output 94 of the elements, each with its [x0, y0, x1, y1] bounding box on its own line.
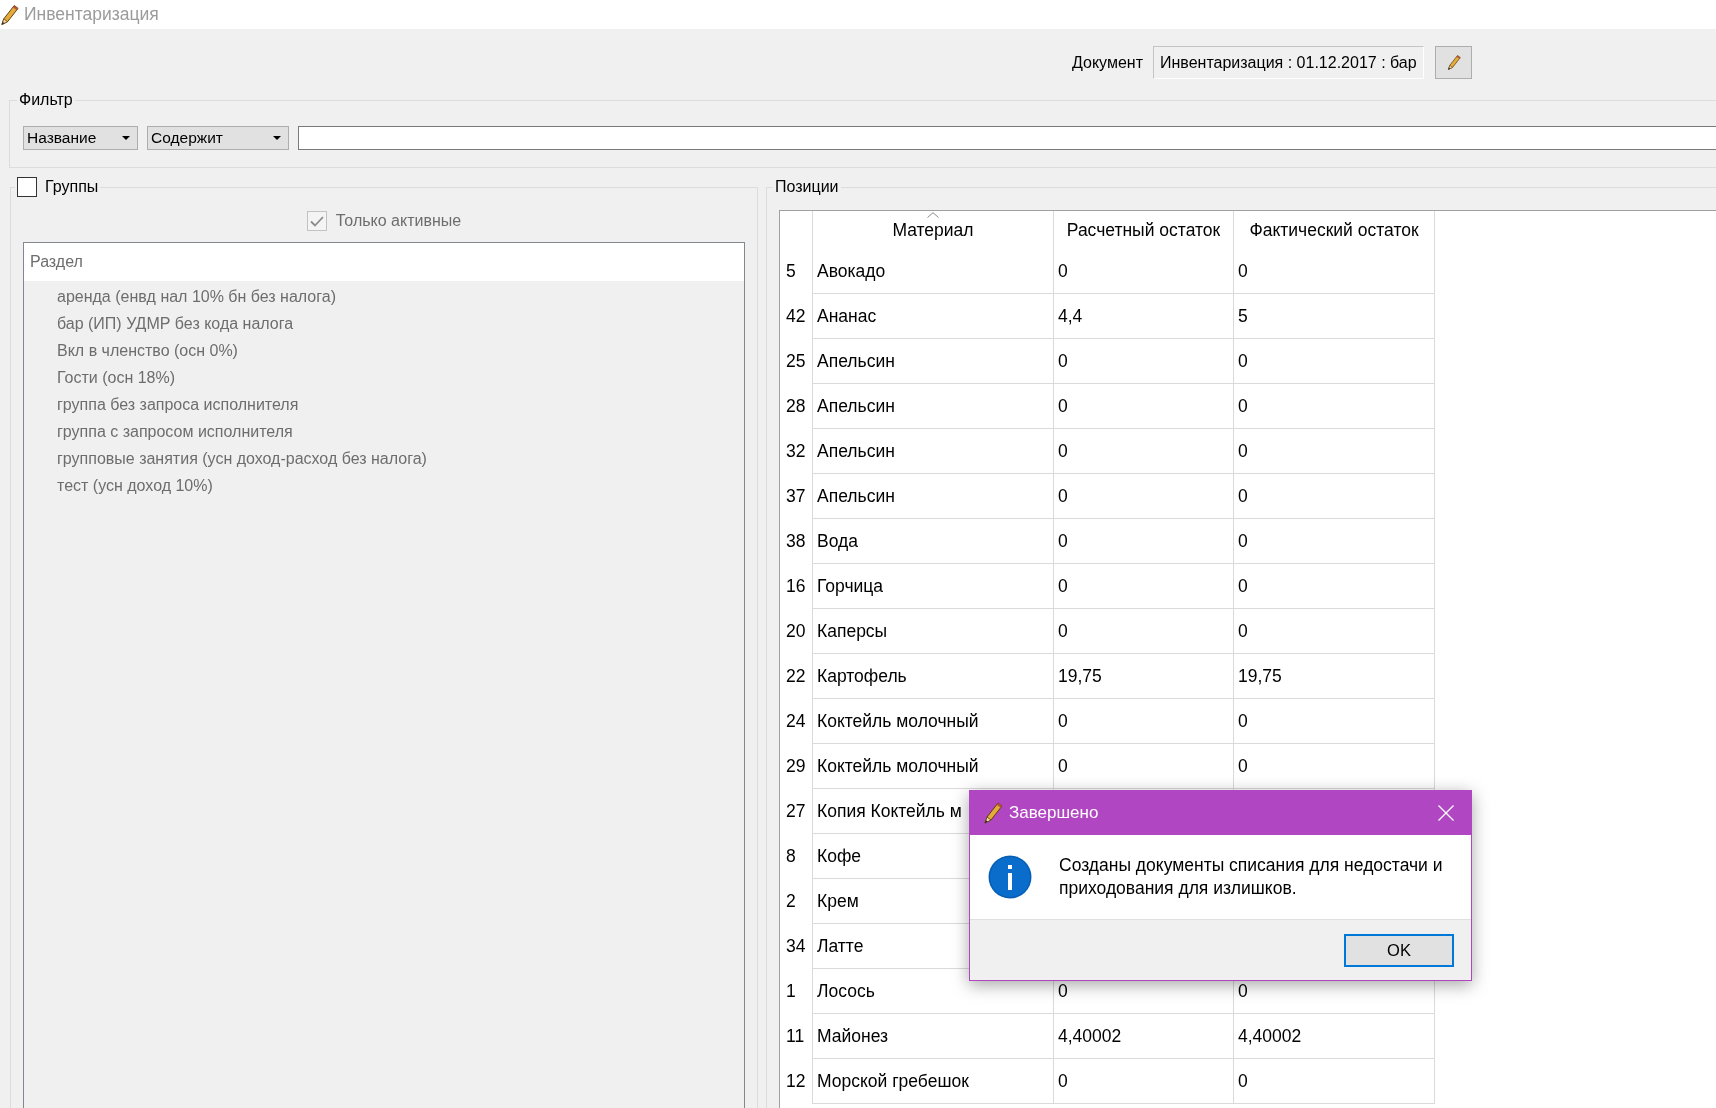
material-name: Горчица [817, 575, 884, 597]
groups-checkbox[interactable] [17, 177, 37, 197]
checkbox-label: Группы [45, 177, 99, 197]
row-number: 38 [786, 531, 806, 552]
calculated-balance: 0 [1058, 620, 1068, 642]
caret-icon [122, 136, 130, 140]
info-icon [988, 855, 1032, 899]
edit-button[interactable] [1435, 46, 1472, 79]
calculated-balance: 0 [1058, 485, 1068, 507]
row-number: 27 [786, 801, 806, 822]
calculated-balance: 0 [1058, 575, 1068, 597]
checkbox-label: Только активные [335, 212, 462, 230]
actual-balance: 0 [1238, 395, 1248, 417]
material-name: Ананас [817, 305, 877, 327]
material-name: Авокадо [817, 260, 886, 282]
pencil-icon [983, 800, 1003, 826]
material-name: Кофе [817, 845, 862, 867]
row-number: 34 [786, 936, 806, 957]
row-number: 24 [786, 711, 806, 732]
actual-balance: 19,75 [1238, 665, 1282, 687]
calculated-balance: 19,75 [1058, 665, 1102, 687]
row-number: 12 [786, 1071, 806, 1092]
calculated-balance: 4,40002 [1058, 1025, 1122, 1047]
calculated-balance: 0 [1058, 395, 1068, 417]
ok-button[interactable]: OK [1344, 933, 1454, 967]
window-title: Инвентаризация [24, 4, 159, 25]
condition-dropdown[interactable]: Содержит [147, 126, 289, 150]
calculated-balance: 0 [1058, 755, 1068, 777]
filter-text-field[interactable] [298, 126, 1716, 150]
material-name: Морской гребешок [817, 1070, 969, 1092]
group-title: Позиции [775, 177, 839, 197]
material-name: Коктейль молочный [817, 755, 979, 777]
row-number: 28 [786, 396, 806, 417]
material-name: Майонез [817, 1025, 889, 1047]
actual-balance: 0 [1238, 980, 1248, 1002]
calculated-balance: 0 [1058, 350, 1068, 372]
actual-balance: 0 [1238, 440, 1248, 462]
calculated-balance: 0 [1058, 1070, 1068, 1092]
actual-balance: 0 [1238, 575, 1248, 597]
material-name: Коктейль молочный [817, 710, 979, 732]
pencil-icon [1446, 54, 1461, 71]
row-number: 32 [786, 441, 806, 462]
row-number: 29 [786, 756, 806, 777]
close-icon [1438, 805, 1454, 821]
actual-balance: 0 [1238, 260, 1248, 282]
calculated-balance: 0 [1058, 260, 1068, 282]
row-number: 20 [786, 621, 806, 642]
group-title: Фильтр [19, 90, 73, 110]
row-number: 2 [786, 891, 796, 912]
dialog-title: Завершено [1009, 803, 1100, 823]
actual-balance: 4,40002 [1238, 1025, 1302, 1047]
actual-balance: 5 [1238, 305, 1248, 327]
row-number: 8 [786, 846, 796, 867]
column-header[interactable]: Материал [813, 211, 1054, 249]
row-number: 22 [786, 666, 806, 687]
material-name: Апельсин [817, 350, 895, 372]
calculated-balance: 0 [1058, 710, 1068, 732]
material-name: Вода [817, 530, 858, 552]
checkmark-icon [309, 215, 324, 227]
actual-balance: 0 [1238, 1070, 1248, 1092]
material-name: Лосось [817, 980, 875, 1002]
material-name: Апельсин [817, 440, 895, 462]
dialog-message: Созданы документы списания для недостачи и приходования для излишков. [1059, 854, 1444, 900]
row-number: 5 [786, 261, 796, 282]
material-name: Латте [817, 935, 864, 957]
column-header[interactable]: Расчетный остаток [1054, 211, 1234, 249]
row-number: 11 [786, 1026, 805, 1047]
actual-balance: 0 [1238, 620, 1248, 642]
row-number: 37 [786, 486, 806, 507]
material-name: Апельсин [817, 485, 895, 507]
calculated-balance: 4,4 [1058, 305, 1083, 327]
actual-balance: 0 [1238, 710, 1248, 732]
row-number: 16 [786, 576, 806, 597]
calculated-balance: 0 [1058, 440, 1068, 462]
field-dropdown[interactable]: Название [23, 126, 138, 150]
pencil-icon [0, 2, 19, 27]
material-name: Крем [817, 890, 859, 912]
caret-icon [273, 136, 281, 140]
material-name: Каперсы [817, 620, 888, 642]
actual-balance: 0 [1238, 350, 1248, 372]
material-name: Копия Коктейль м [817, 800, 962, 822]
actual-balance: 0 [1238, 755, 1248, 777]
row-number: 1 [786, 981, 796, 1002]
document-field[interactable]: Инвентаризация : 01.12.2017 : бар [1153, 46, 1424, 79]
document-label: Документ [1072, 53, 1143, 72]
actual-balance: 0 [1238, 485, 1248, 507]
calculated-balance: 0 [1058, 980, 1068, 1002]
row-number: 25 [786, 351, 806, 372]
calculated-balance: 0 [1058, 530, 1068, 552]
material-name: Картофель [817, 665, 907, 687]
material-name: Апельсин [817, 395, 895, 417]
row-number: 42 [786, 306, 806, 327]
column-header[interactable]: Фактический остаток [1234, 211, 1435, 249]
actual-balance: 0 [1238, 530, 1248, 552]
